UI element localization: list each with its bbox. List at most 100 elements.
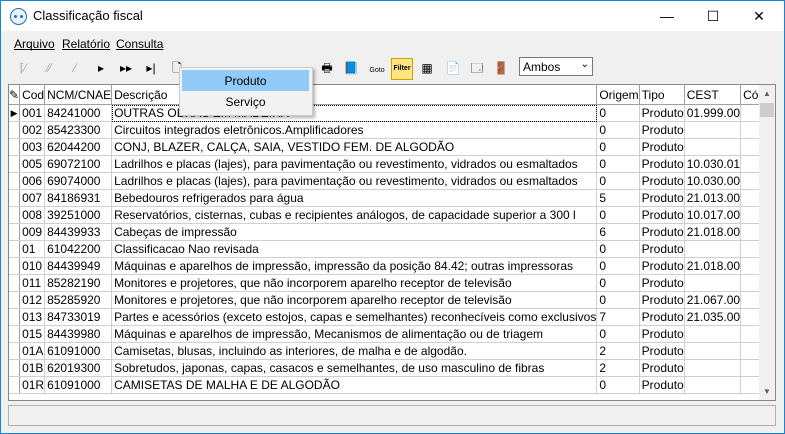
scroll-up-icon[interactable]: ▲ — [759, 85, 775, 102]
cell-ncm[interactable]: 84439933 — [44, 223, 113, 241]
cell-tipo[interactable]: Produto — [639, 104, 685, 122]
row-indicator[interactable] — [9, 359, 21, 377]
cell-origem[interactable]: 0 — [596, 155, 640, 173]
tipo-filter-select[interactable]: Ambos ⌄ — [519, 57, 593, 76]
cell-ncm[interactable]: 61042200 — [44, 240, 113, 258]
cell-ncm[interactable]: 39251000 — [44, 206, 113, 224]
cell-tipo[interactable]: Produto — [639, 223, 685, 241]
cell-origem[interactable]: 0 — [596, 291, 640, 309]
next-page-icon[interactable]: ▸▸ — [116, 58, 136, 78]
table-row[interactable]: 006 69074000 Ladrilhos e placas (lajes), p… — [9, 172, 775, 190]
column-header-tipo[interactable]: Tipo — [639, 85, 685, 105]
row-indicator[interactable] — [9, 189, 21, 207]
close-button[interactable]: ✕ — [736, 1, 782, 31]
scroll-down-icon[interactable]: ▼ — [759, 383, 775, 400]
cell-tipo[interactable]: Produto — [639, 172, 685, 190]
cell-ncm[interactable]: 84733019 — [44, 308, 113, 326]
column-header-cod[interactable]: Cod — [19, 85, 46, 105]
menu-arquivo[interactable]: Arquivo — [14, 37, 55, 51]
table-row[interactable]: 01B 62019300 Sobretudos, japonas, capas, c… — [9, 359, 775, 377]
row-indicator[interactable] — [9, 172, 21, 190]
first-record-icon[interactable]: ⌈⁄ — [13, 58, 33, 78]
current-row-indicator-icon[interactable]: ▶ — [9, 104, 21, 122]
cell-cod[interactable]: 012 — [19, 291, 46, 309]
cell-origem[interactable]: 0 — [596, 240, 640, 258]
cell-ncm[interactable]: 84439980 — [44, 325, 113, 343]
cell-cod[interactable]: 01R — [19, 376, 46, 394]
cell-cest[interactable]: 21.013.00 — [684, 189, 742, 207]
table-row[interactable]: 01 61042200 Classificacao Nao revisada 0 Pro… — [9, 240, 775, 258]
cell-origem[interactable]: 0 — [596, 206, 640, 224]
filter-icon[interactable]: Filter — [391, 58, 413, 80]
table-row[interactable]: 002 85423300 Circuitos integrados eletrôni… — [9, 121, 775, 139]
cell-cest[interactable] — [684, 325, 742, 343]
cell-cod[interactable]: 003 — [19, 138, 46, 156]
cell-cod[interactable]: 008 — [19, 206, 46, 224]
cell-tipo[interactable]: Produto — [639, 325, 685, 343]
dropdown-item-produto[interactable]: Produto — [182, 70, 309, 91]
cell-tipo[interactable]: Produto — [639, 376, 685, 394]
select-all-icon[interactable]: ✎ — [9, 85, 21, 105]
row-indicator[interactable] — [9, 291, 21, 309]
cell-cest[interactable] — [684, 240, 742, 258]
cell-cod[interactable]: 009 — [19, 223, 46, 241]
cell-cest[interactable] — [684, 121, 742, 139]
cell-descricao[interactable]: Monitores e projetores, que não incorpor… — [111, 291, 598, 309]
table-row[interactable]: 010 84439949 Máquinas e aparelhos de impre… — [9, 257, 775, 275]
row-indicator[interactable] — [9, 308, 21, 326]
cell-descricao[interactable]: Bebedouros refrigerados para água — [111, 189, 598, 207]
cell-cod[interactable]: 006 — [19, 172, 46, 190]
menu-relatorio[interactable]: Relatório — [62, 37, 110, 51]
cell-cod[interactable]: 01A — [19, 342, 46, 360]
row-indicator[interactable] — [9, 274, 21, 292]
table-row[interactable]: 005 69072100 Ladrilhos e placas (lajes), p… — [9, 155, 775, 173]
column-header-cest[interactable]: CEST — [684, 85, 742, 105]
cell-origem[interactable]: 2 — [596, 359, 640, 377]
cell-descricao[interactable]: Máquinas e aparelhos de impressão, impre… — [111, 257, 598, 275]
cell-origem[interactable]: 6 — [596, 223, 640, 241]
cell-origem[interactable]: 0 — [596, 121, 640, 139]
minimize-button[interactable]: — — [644, 1, 690, 31]
cell-cest[interactable]: 21.018.00 — [684, 223, 742, 241]
vertical-scrollbar[interactable]: ▲ ▼ — [759, 85, 775, 400]
cell-tipo[interactable]: Produto — [639, 206, 685, 224]
prior-record-icon[interactable]: ⁄ — [65, 58, 85, 78]
cell-cod[interactable]: 011 — [19, 274, 46, 292]
table-row[interactable]: 011 85282190 Monitores e projetores, que … — [9, 274, 775, 292]
cell-tipo[interactable]: Produto — [639, 189, 685, 207]
cell-cest[interactable] — [684, 342, 742, 360]
row-indicator[interactable] — [9, 325, 21, 343]
table-row[interactable]: ▶00184241000OUTRAS OBRAS EM MADEIRA0Prod… — [9, 104, 775, 122]
cell-descricao[interactable]: Circuitos integrados eletrônicos.Amplifi… — [111, 121, 598, 139]
cell-ncm[interactable]: 84439949 — [44, 257, 113, 275]
table-row[interactable]: 013 84733019 Partes e acessórios (exceto e… — [9, 308, 775, 326]
goto-icon[interactable]: Goto — [367, 58, 387, 78]
export-icon[interactable]: 📄 — [443, 58, 463, 78]
cell-tipo[interactable]: Produto — [639, 121, 685, 139]
cell-descricao[interactable]: Reservatórios, cisternas, cubas e recipi… — [111, 206, 598, 224]
cell-cod[interactable]: 005 — [19, 155, 46, 173]
cell-cest[interactable] — [684, 274, 742, 292]
cell-cod[interactable]: 01B — [19, 359, 46, 377]
cell-ncm[interactable]: 85285920 — [44, 291, 113, 309]
row-indicator[interactable] — [9, 240, 21, 258]
cell-tipo[interactable]: Produto — [639, 240, 685, 258]
cell-cest[interactable]: 01.999.00 — [684, 104, 742, 122]
cell-descricao[interactable]: Partes e acessórios (exceto estojos, cap… — [111, 308, 598, 326]
cell-ncm[interactable]: 62019300 — [44, 359, 113, 377]
cell-tipo[interactable]: Produto — [639, 342, 685, 360]
row-indicator[interactable] — [9, 206, 21, 224]
cell-tipo[interactable]: Produto — [639, 138, 685, 156]
cell-origem[interactable]: 2 — [596, 342, 640, 360]
cell-origem[interactable]: 0 — [596, 172, 640, 190]
cell-descricao[interactable]: Ladrilhos e placas (lajes), para pavimen… — [111, 172, 598, 190]
cell-cest[interactable]: 10.030.00 — [684, 172, 742, 190]
cell-cest[interactable]: 21.018.00 — [684, 257, 742, 275]
cell-cest[interactable]: 10.017.00 — [684, 206, 742, 224]
table-row[interactable]: 003 62044200 CONJ, BLAZER, CALÇA, SAIA, VE… — [9, 138, 775, 156]
cell-origem[interactable]: 0 — [596, 274, 640, 292]
window-icon[interactable]: 🗔 — [467, 58, 487, 78]
row-indicator[interactable] — [9, 376, 21, 394]
cell-descricao[interactable]: Cabeças de impressão — [111, 223, 598, 241]
column-header-ncm[interactable]: NCM/CNAE — [44, 85, 113, 105]
